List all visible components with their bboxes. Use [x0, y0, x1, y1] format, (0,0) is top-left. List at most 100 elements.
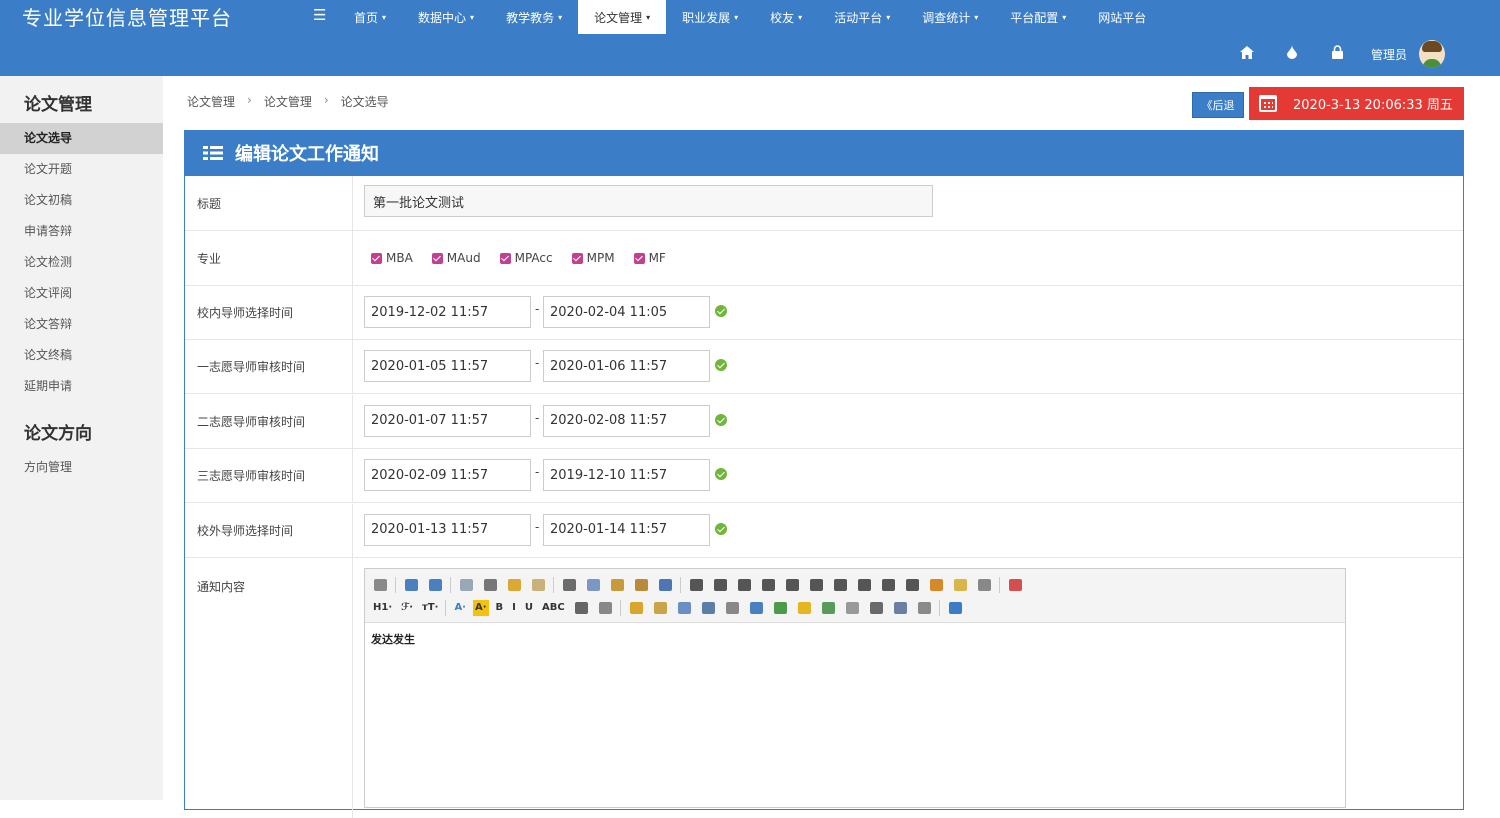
- outdent-icon[interactable]: [855, 577, 874, 593]
- checkbox-checked-icon[interactable]: [633, 252, 645, 264]
- code-icon[interactable]: [529, 577, 548, 593]
- align-center-icon[interactable]: [711, 577, 730, 593]
- checkbox-checked-icon[interactable]: [371, 252, 382, 264]
- ordered-list-icon[interactable]: [783, 577, 802, 593]
- sidebar-item[interactable]: 论文检测: [0, 247, 163, 278]
- hr-icon[interactable]: [771, 600, 790, 616]
- breadcrumb-item[interactable]: 论文管理: [187, 93, 235, 110]
- paste-icon[interactable]: [608, 577, 627, 593]
- superscript-icon[interactable]: [903, 577, 922, 593]
- nav-item[interactable]: 平台配置 ▾: [994, 0, 1082, 34]
- clear-format-icon[interactable]: [927, 577, 946, 593]
- breadcrumb-item[interactable]: 论文管理: [264, 93, 312, 110]
- anchor-icon[interactable]: [867, 600, 886, 616]
- nav-item[interactable]: 首页 ▾: [338, 0, 402, 34]
- paste-text-icon[interactable]: [632, 577, 651, 593]
- sidebar-item[interactable]: 论文选导: [0, 123, 163, 154]
- lock-icon[interactable]: [1326, 45, 1348, 63]
- align-right-icon[interactable]: [735, 577, 754, 593]
- end-datetime-input[interactable]: 2019-12-10 11:57: [543, 459, 710, 492]
- template-icon[interactable]: [505, 577, 524, 593]
- font-family-dropdown[interactable]: ℱ·: [399, 600, 415, 616]
- start-datetime-input[interactable]: 2020-01-05 11:57: [364, 350, 531, 383]
- highlight-color-dropdown[interactable]: A·: [472, 599, 489, 616]
- media-icon[interactable]: [699, 600, 718, 616]
- font-size-dropdown[interactable]: тT·: [420, 600, 440, 616]
- sidebar-item[interactable]: 论文评阅: [0, 278, 163, 309]
- table-icon[interactable]: [747, 600, 766, 616]
- link-icon[interactable]: [891, 600, 910, 616]
- emoticon-icon[interactable]: [795, 600, 814, 616]
- sidebar-item[interactable]: 申请答辩: [0, 216, 163, 247]
- start-datetime-input[interactable]: 2020-01-13 11:57: [364, 513, 531, 546]
- bold-button[interactable]: B: [494, 600, 506, 616]
- help-icon[interactable]: [946, 600, 965, 616]
- major-checkbox[interactable]: MBA: [371, 251, 413, 265]
- source-icon[interactable]: [371, 577, 390, 593]
- major-checkbox[interactable]: MPM: [571, 251, 615, 265]
- heading-dropdown[interactable]: H1·: [371, 600, 394, 616]
- checkbox-checked-icon[interactable]: [431, 252, 443, 264]
- home-icon[interactable]: [1236, 45, 1258, 63]
- image-icon[interactable]: [627, 600, 646, 616]
- sidebar-item[interactable]: 论文答辩: [0, 309, 163, 340]
- strikethrough-button[interactable]: ABC: [540, 600, 567, 616]
- sidebar-item[interactable]: 论文终稿: [0, 340, 163, 371]
- line-height-icon[interactable]: [572, 600, 591, 616]
- start-datetime-input[interactable]: 2020-01-07 11:57: [364, 404, 531, 437]
- select-all-icon[interactable]: [951, 577, 970, 593]
- copy-icon[interactable]: [584, 577, 603, 593]
- end-datetime-input[interactable]: 2020-01-06 11:57: [543, 350, 710, 383]
- major-checkbox[interactable]: MF: [633, 251, 666, 265]
- font-color-dropdown[interactable]: A·: [452, 600, 468, 616]
- checkbox-checked-icon[interactable]: [499, 252, 511, 264]
- italic-button[interactable]: I: [510, 600, 518, 616]
- nav-item[interactable]: 校友 ▾: [754, 0, 818, 34]
- eraser-icon[interactable]: [596, 600, 615, 616]
- sidebar-item[interactable]: 延期申请: [0, 371, 163, 402]
- align-justify-icon[interactable]: [759, 577, 778, 593]
- nav-item[interactable]: 数据中心 ▾: [402, 0, 490, 34]
- subscript-icon[interactable]: [879, 577, 898, 593]
- start-datetime-input[interactable]: 2020-02-09 11:57: [364, 459, 531, 492]
- indent-icon[interactable]: [831, 577, 850, 593]
- nav-item[interactable]: 教学教务 ▾: [490, 0, 578, 34]
- align-left-icon[interactable]: [687, 577, 706, 593]
- pagebreak-icon[interactable]: [843, 600, 862, 616]
- unordered-list-icon[interactable]: [807, 577, 826, 593]
- nav-item[interactable]: 职业发展 ▾: [666, 0, 754, 34]
- theme-drop-icon[interactable]: [1281, 45, 1303, 63]
- cursor-icon[interactable]: [975, 577, 994, 593]
- sidebar-item[interactable]: 方向管理: [0, 452, 163, 483]
- start-datetime-input[interactable]: 2019-12-02 11:57: [364, 296, 531, 328]
- hamburger-icon[interactable]: ☰: [313, 6, 326, 24]
- undo-icon[interactable]: [402, 577, 421, 593]
- title-input[interactable]: 第一批论文测试: [364, 185, 933, 217]
- fullscreen-icon[interactable]: [1006, 577, 1025, 593]
- sidebar-item[interactable]: 论文开题: [0, 154, 163, 185]
- redo-icon[interactable]: [426, 577, 445, 593]
- editor-content[interactable]: 发达发生: [365, 623, 1345, 655]
- sidebar-item[interactable]: 论文初稿: [0, 185, 163, 216]
- avatar[interactable]: [1419, 40, 1446, 68]
- cut-icon[interactable]: [560, 577, 579, 593]
- nav-item[interactable]: 调查统计 ▾: [906, 0, 994, 34]
- end-datetime-input[interactable]: 2020-01-14 11:57: [543, 513, 710, 546]
- print-icon[interactable]: [481, 577, 500, 593]
- end-datetime-input[interactable]: 2020-02-04 11:05: [543, 296, 710, 328]
- nav-item[interactable]: 论文管理 ▾: [578, 0, 667, 34]
- nav-item[interactable]: 网站平台: [1082, 0, 1162, 34]
- nav-item[interactable]: 活动平台 ▾: [818, 0, 906, 34]
- end-datetime-input[interactable]: 2020-02-08 11:57: [543, 404, 710, 437]
- checkbox-checked-icon[interactable]: [571, 252, 583, 264]
- flash-icon[interactable]: [675, 600, 694, 616]
- multi-image-icon[interactable]: [651, 600, 670, 616]
- back-button[interactable]: 《后退: [1192, 92, 1244, 118]
- file-icon[interactable]: [723, 600, 742, 616]
- major-checkbox[interactable]: MPAcc: [499, 251, 553, 265]
- user-name[interactable]: 管理员: [1371, 46, 1407, 63]
- map-icon[interactable]: [819, 600, 838, 616]
- breadcrumb-item[interactable]: 论文选导: [341, 93, 389, 110]
- unlink-icon[interactable]: [915, 600, 934, 616]
- preview-icon[interactable]: [457, 577, 476, 593]
